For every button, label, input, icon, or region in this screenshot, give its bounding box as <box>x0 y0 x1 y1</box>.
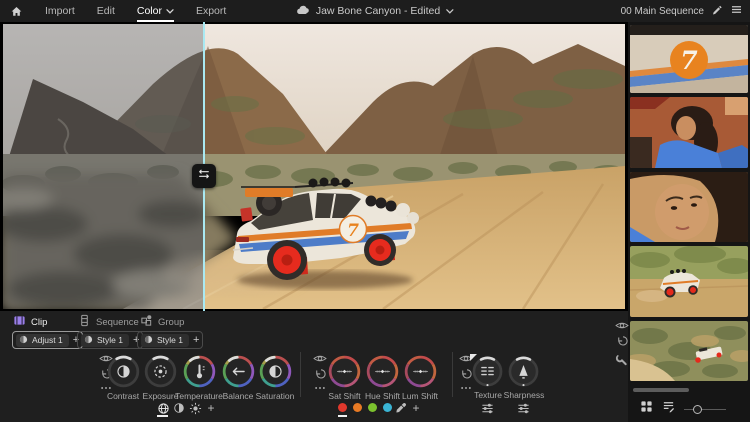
clip-thumbnail-4[interactable] <box>630 246 748 317</box>
sequence-preset-label: Style 1 <box>97 335 123 345</box>
document-title-group[interactable]: Jaw Bone Canyon - Edited <box>296 5 454 18</box>
texture-modified-badge <box>470 354 477 361</box>
hue-shift-label: Hue Shift <box>365 391 400 401</box>
light-scope-icon[interactable] <box>188 401 202 415</box>
active-scope-underline <box>157 415 168 417</box>
group-preset-button[interactable]: Style 1 <box>141 334 189 347</box>
sharpness-label: Sharpness <box>504 390 545 400</box>
swatch-red[interactable] <box>338 403 347 412</box>
clip-preset-label: Adjust 1 <box>32 335 63 345</box>
adjustment-sphere-icon <box>144 335 153 346</box>
clip-thumbnail-3[interactable] <box>630 172 748 242</box>
zoom-slider-handle[interactable] <box>693 405 702 414</box>
group-preset-label: Style 1 <box>157 335 183 345</box>
cloud-sync-icon <box>296 5 310 18</box>
tab-sequence-label: Sequence <box>96 317 139 328</box>
home-icon[interactable] <box>10 5 23 18</box>
sat-shift-label: Sat Shift <box>328 391 360 401</box>
hsl-visibility-eye-icon[interactable] <box>312 352 327 364</box>
hue-shift-wheel[interactable]: Hue Shift <box>364 353 401 390</box>
menu-color-label: Color <box>137 5 162 17</box>
sequence-preset-button[interactable]: Style 1 <box>81 334 129 347</box>
topbar: Import Edit Color Export Jaw Bone Canyon… <box>0 0 750 22</box>
contrast-label: Contrast <box>107 391 139 401</box>
temperature-label: Temperature <box>175 391 223 401</box>
menu-color[interactable]: Color <box>137 1 174 22</box>
sharpness-dial[interactable]: Sharpness <box>506 354 543 389</box>
zoom-slider-track[interactable] <box>684 409 726 411</box>
tab-sequence[interactable]: Sequence <box>78 315 139 329</box>
swatch-green[interactable] <box>368 403 377 412</box>
clip-preset-button[interactable]: Adjust 1 <box>16 334 69 347</box>
exposure-wheel[interactable]: Exposure <box>142 353 179 390</box>
menu-export[interactable]: Export <box>196 1 226 22</box>
clip-thumbnail-5[interactable] <box>630 321 748 381</box>
saturation-label: Saturation <box>256 391 295 401</box>
preview-before-scene <box>3 24 204 309</box>
filmstrip-scrollbar[interactable] <box>633 388 689 392</box>
panel-reset-icon[interactable] <box>614 334 629 346</box>
saturation-wheel[interactable]: Saturation <box>257 353 294 390</box>
swatch-orange[interactable] <box>353 403 362 412</box>
chevron-down-icon <box>446 5 454 17</box>
panel-visibility-eye-icon[interactable] <box>614 319 629 331</box>
add-group-preset-button[interactable]: + <box>193 335 199 346</box>
clip-preset-group: Adjust 1 + <box>12 331 83 349</box>
preview-viewport <box>0 22 628 311</box>
add-swatch-button[interactable]: + <box>409 401 423 415</box>
tab-clip-label: Clip <box>31 317 47 328</box>
grid-view-icon[interactable] <box>640 400 653 418</box>
clip-filmstrip: 7 <box>628 22 750 422</box>
hsl-more-options-icon[interactable] <box>312 382 327 394</box>
sequence-label: 00 Main Sequence <box>621 6 704 17</box>
tab-clip[interactable]: Clip <box>13 315 47 329</box>
balance-label: Balance <box>223 391 254 401</box>
active-swatch-underline <box>338 415 347 417</box>
panel-divider <box>452 352 453 397</box>
sequence-icon <box>78 314 91 330</box>
temperature-wheel[interactable]: Temperature <box>181 353 218 390</box>
rename-sequence-pencil-icon[interactable] <box>712 4 723 18</box>
lum-shift-wheel[interactable]: Lum Shift <box>402 353 439 390</box>
menu-import[interactable]: Import <box>45 1 75 22</box>
advanced-tools-wrench-icon[interactable] <box>614 353 629 365</box>
adjustment-sphere-icon <box>19 335 28 346</box>
clip-thumbnail-2[interactable] <box>630 97 748 168</box>
list-edit-view-icon[interactable] <box>662 400 675 418</box>
group-preset-group: Style 1 + <box>137 331 203 349</box>
lum-shift-label: Lum Shift <box>402 391 438 401</box>
compare-split-handle[interactable] <box>192 164 216 188</box>
balance-wheel[interactable]: Balance <box>220 353 257 390</box>
adjustment-sphere-icon <box>84 335 93 346</box>
hsl-reset-icon[interactable] <box>312 367 327 379</box>
sat-shift-wheel[interactable]: Sat Shift <box>326 353 363 390</box>
clip-thumbnail-1[interactable]: 7 <box>630 25 748 93</box>
global-scope-icon[interactable] <box>156 401 170 415</box>
menu-edit[interactable]: Edit <box>97 1 115 22</box>
tab-group[interactable]: Group <box>140 315 184 329</box>
add-scope-button[interactable]: + <box>204 401 218 415</box>
clip-icon <box>13 314 26 330</box>
color-panel: Clip Sequence Group Adjust 1 + Style 1 + <box>0 311 628 422</box>
sharpness-settings-sliders-icon[interactable] <box>516 401 530 415</box>
eyedropper-icon[interactable] <box>394 401 408 415</box>
swatch-cyan[interactable] <box>383 403 392 412</box>
contrast-scope-icon[interactable] <box>172 401 186 415</box>
group-icon <box>140 314 153 330</box>
app-window: Import Edit Color Export Jaw Bone Canyon… <box>0 0 750 422</box>
thumbnail-zoom-slider[interactable] <box>684 403 726 415</box>
panel-divider <box>300 352 301 397</box>
sequence-preset-group: Style 1 + <box>77 331 143 349</box>
contrast-wheel[interactable]: Contrast <box>105 353 142 390</box>
sequence-menu-icon[interactable] <box>731 5 742 17</box>
texture-settings-sliders-icon[interactable] <box>480 401 494 415</box>
chevron-down-icon <box>166 5 174 17</box>
swap-arrows-icon <box>197 167 211 185</box>
document-title: Jaw Bone Canyon - Edited <box>316 5 440 17</box>
exposure-label: Exposure <box>143 391 179 401</box>
tab-group-label: Group <box>158 317 184 328</box>
thumb-car-number: 7 <box>680 46 698 75</box>
texture-label: Texture <box>474 390 502 400</box>
